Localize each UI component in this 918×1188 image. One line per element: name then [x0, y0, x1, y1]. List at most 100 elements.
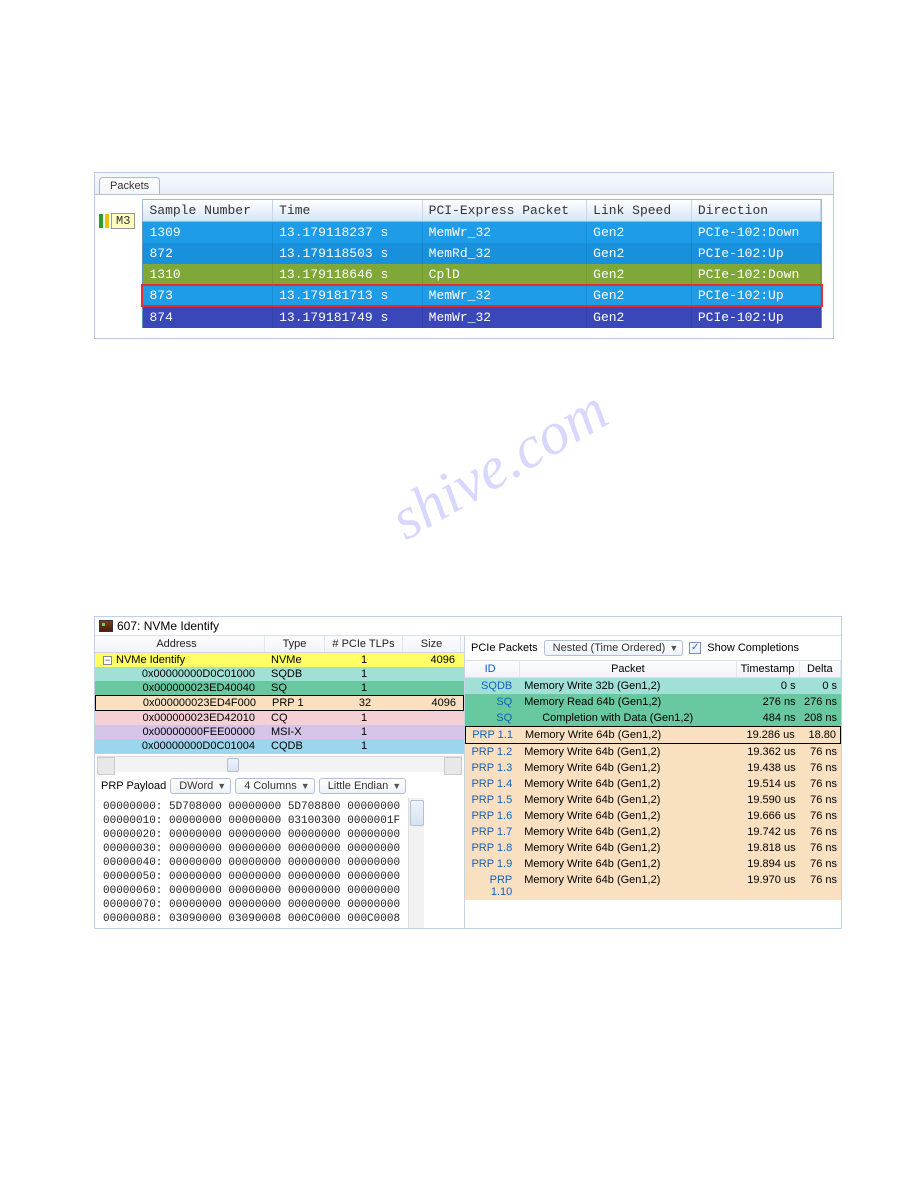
- table-row[interactable]: SQMemory Read 64b (Gen1,2)276 ns276 ns: [465, 694, 841, 710]
- table-row[interactable]: 87313.179181713 sMemWr_32Gen2PCIe-102:Up: [142, 285, 822, 306]
- cell-type: SQDB: [265, 667, 325, 681]
- table-row[interactable]: 87213.179118503 sMemRd_32Gen2PCIe-102:Up: [142, 243, 822, 264]
- cell-packet: MemWr_32: [423, 222, 588, 243]
- cell-timestamp: 19.742 us: [737, 824, 800, 840]
- cell-packet: Completion with Data (Gen1,2): [520, 710, 736, 726]
- cell-sample-number: 874: [143, 307, 273, 328]
- table-row[interactable]: 0x000000023ED40040SQ1: [95, 681, 464, 695]
- table-row[interactable]: PRP 1.10Memory Write 64b (Gen1,2)19.970 …: [465, 872, 841, 900]
- cell-delta: 76 ns: [800, 856, 841, 872]
- cell-direction: PCIe-102:Down: [692, 222, 822, 243]
- combo-endian[interactable]: Little Endian▼: [319, 778, 406, 794]
- cell-id: PRP 1.5: [465, 792, 520, 808]
- cell-id: PRP 1.1: [466, 727, 521, 743]
- table-row[interactable]: 130913.179118237 sMemWr_32Gen2PCIe-102:D…: [142, 222, 822, 243]
- checkbox-show-completions[interactable]: ✓: [689, 642, 701, 654]
- collapse-icon[interactable]: −: [103, 656, 112, 665]
- table-row[interactable]: PRP 1.4Memory Write 64b (Gen1,2)19.514 u…: [465, 776, 841, 792]
- cell-sample-number: 1310: [143, 264, 273, 285]
- table-row[interactable]: PRP 1.5Memory Write 64b (Gen1,2)19.590 u…: [465, 792, 841, 808]
- cell-delta: 76 ns: [800, 872, 841, 900]
- cell-id: PRP 1.7: [465, 824, 520, 840]
- cell-type: NVMe: [265, 653, 325, 667]
- table-row[interactable]: PRP 1.2Memory Write 64b (Gen1,2)19.362 u…: [465, 744, 841, 760]
- header-pci-packet[interactable]: PCI-Express Packet: [423, 200, 588, 221]
- combo-nested[interactable]: Nested (Time Ordered)▼: [544, 640, 684, 656]
- table-row[interactable]: 0x00000000D0C01004CQDB1: [95, 739, 464, 753]
- header-id[interactable]: ID: [465, 661, 520, 677]
- pcie-packets-label: PCIe Packets: [471, 642, 538, 654]
- table-row[interactable]: PRP 1.9Memory Write 64b (Gen1,2)19.894 u…: [465, 856, 841, 872]
- packets-body: M3 Sample Number Time PCI-Express Packet…: [95, 195, 833, 338]
- address-hscroll[interactable]: [97, 756, 462, 772]
- cell-size: [403, 667, 461, 681]
- cell-delta: 76 ns: [800, 840, 841, 856]
- header-delta[interactable]: Delta: [800, 661, 841, 677]
- table-row[interactable]: PRP 1.1Memory Write 64b (Gen1,2)19.286 u…: [465, 726, 841, 744]
- cell-speed: Gen2: [587, 307, 692, 328]
- marker-cell[interactable]: M3: [99, 213, 135, 229]
- hex-vscroll[interactable]: [408, 798, 424, 928]
- table-row[interactable]: 0x000000023ED42010CQ1: [95, 711, 464, 725]
- header-time[interactable]: Time: [273, 200, 423, 221]
- cell-size: [403, 725, 461, 739]
- combo-dword[interactable]: DWord▼: [170, 778, 231, 794]
- cell-delta: 276 ns: [800, 694, 841, 710]
- cell-packet: Memory Write 32b (Gen1,2): [520, 678, 736, 694]
- cell-tlps: 1: [325, 711, 403, 725]
- cell-id: SQ: [465, 694, 520, 710]
- cell-id: PRP 1.2: [465, 744, 520, 760]
- cell-packet: Memory Write 64b (Gen1,2): [520, 872, 736, 900]
- right-pane: PCIe Packets Nested (Time Ordered)▼ ✓ Sh…: [465, 636, 841, 928]
- combo-columns[interactable]: 4 Columns▼: [235, 778, 315, 794]
- cell-delta: 76 ns: [800, 776, 841, 792]
- table-row[interactable]: PRP 1.8Memory Write 64b (Gen1,2)19.818 u…: [465, 840, 841, 856]
- table-row[interactable]: SQDBMemory Write 32b (Gen1,2)0 s0 s: [465, 678, 841, 694]
- header-link-speed[interactable]: Link Speed: [587, 200, 692, 221]
- cell-packet: MemWr_32: [423, 285, 588, 306]
- table-row[interactable]: PRP 1.3Memory Write 64b (Gen1,2)19.438 u…: [465, 760, 841, 776]
- header-address[interactable]: Address: [95, 636, 265, 652]
- table-row[interactable]: PRP 1.6Memory Write 64b (Gen1,2)19.666 u…: [465, 808, 841, 824]
- marker-label: M3: [111, 213, 135, 229]
- header-timestamp[interactable]: Timestamp: [737, 661, 800, 677]
- cell-timestamp: 276 ns: [737, 694, 800, 710]
- cell-delta: 76 ns: [800, 760, 841, 776]
- table-row[interactable]: 0x00000000D0C01000SQDB1: [95, 667, 464, 681]
- table-row[interactable]: PRP 1.7Memory Write 64b (Gen1,2)19.742 u…: [465, 824, 841, 840]
- cell-packet: Memory Write 64b (Gen1,2): [520, 856, 736, 872]
- table-row[interactable]: 87413.179181749 sMemWr_32Gen2PCIe-102:Up: [142, 306, 822, 328]
- header-tlps[interactable]: # PCIe TLPs: [325, 636, 403, 652]
- header-packet[interactable]: Packet: [520, 661, 736, 677]
- table-row[interactable]: 131013.179118646 sCplDGen2PCIe-102:Down: [142, 264, 822, 285]
- packets-table: Sample Number Time PCI-Express Packet Li…: [142, 199, 822, 328]
- cell-type: CQDB: [265, 739, 325, 753]
- cell-packet: Memory Read 64b (Gen1,2): [520, 694, 736, 710]
- cell-timestamp: 19.666 us: [737, 808, 800, 824]
- table-row[interactable]: 0x000000023ED4F000PRP 1324096: [95, 695, 464, 711]
- table-row[interactable]: −NVMe IdentifyNVMe14096: [95, 653, 464, 667]
- header-sample-number[interactable]: Sample Number: [143, 200, 273, 221]
- table-row[interactable]: SQCompletion with Data (Gen1,2)484 ns208…: [465, 710, 841, 726]
- cell-size: 4096: [404, 696, 462, 710]
- cell-timestamp: 19.438 us: [737, 760, 800, 776]
- table-row[interactable]: 0x00000000FEE00000MSI-X1: [95, 725, 464, 739]
- cell-tlps: 1: [325, 725, 403, 739]
- tab-packets[interactable]: Packets: [99, 177, 160, 194]
- cell-id: PRP 1.3: [465, 760, 520, 776]
- cell-timestamp: 19.818 us: [737, 840, 800, 856]
- cell-packet: MemRd_32: [423, 243, 588, 264]
- header-size[interactable]: Size: [403, 636, 461, 652]
- nvme-title-bar: 607: NVMe Identify: [95, 617, 841, 636]
- cell-direction: PCIe-102:Down: [692, 264, 822, 285]
- cell-timestamp: 19.514 us: [737, 776, 800, 792]
- cell-address: 0x000000023ED4F000: [96, 696, 266, 710]
- header-direction[interactable]: Direction: [692, 200, 822, 221]
- tab-bar: Packets: [95, 173, 833, 195]
- cell-delta: 18.80: [799, 727, 840, 743]
- cell-packet: Memory Write 64b (Gen1,2): [520, 776, 736, 792]
- cell-sample-number: 1309: [143, 222, 273, 243]
- header-type[interactable]: Type: [265, 636, 325, 652]
- nvme-panel: 607: NVMe Identify Address Type # PCIe T…: [94, 616, 842, 929]
- cell-delta: 208 ns: [800, 710, 841, 726]
